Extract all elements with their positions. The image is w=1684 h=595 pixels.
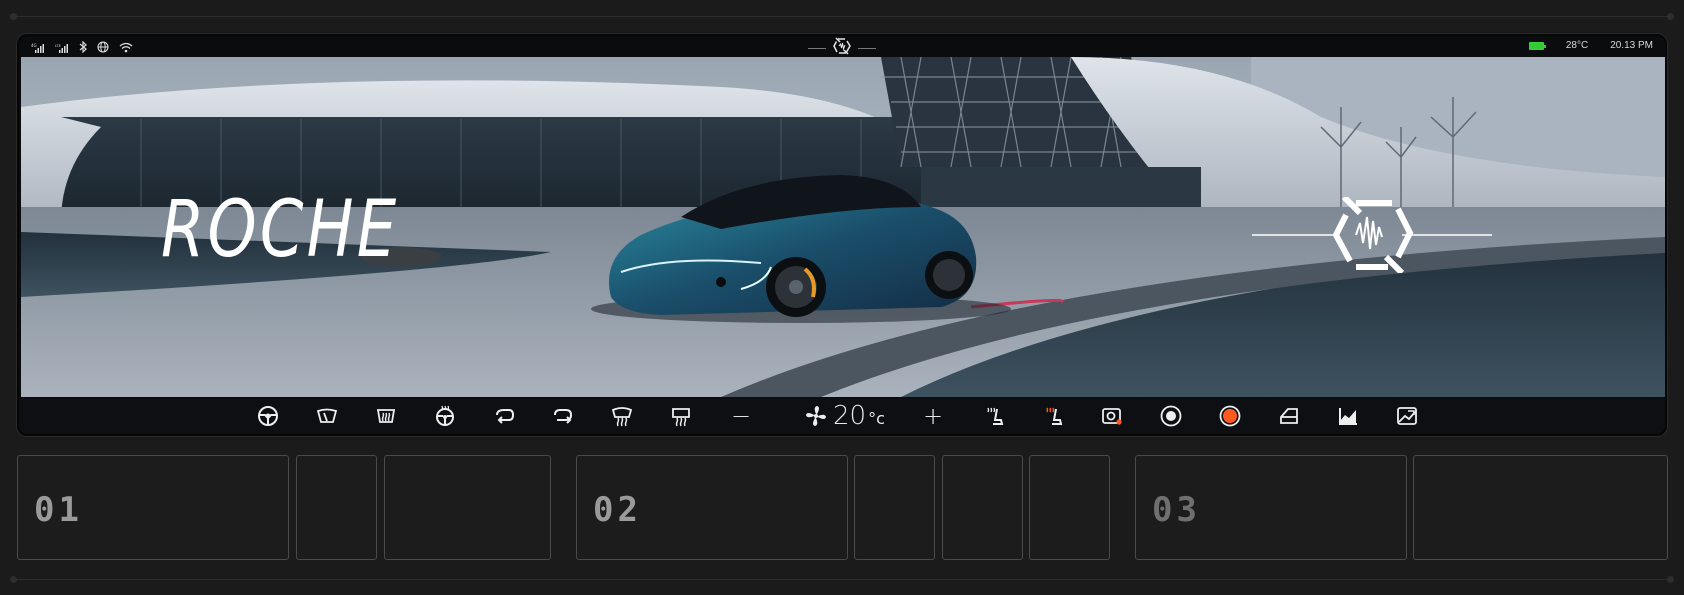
status-left: 4G LTE: [31, 40, 133, 58]
panel-03-main[interactable]: 03: [1135, 455, 1407, 560]
windshield-wiper-icon[interactable]: [316, 405, 338, 427]
seat-heat-active-icon[interactable]: [1042, 405, 1064, 427]
rear-window-defrost-icon[interactable]: [670, 405, 692, 427]
chart-icon[interactable]: [1337, 405, 1359, 427]
panel-number: 03: [1152, 490, 1201, 530]
rail-dot: [10, 13, 17, 20]
panel-number: 01: [34, 490, 83, 530]
panel-02-main[interactable]: 02: [576, 455, 848, 560]
temperature-increase-button[interactable]: +: [923, 402, 943, 430]
door-icon[interactable]: [1278, 405, 1300, 427]
fresh-air-icon[interactable]: [552, 405, 574, 427]
temperature-unit: °c: [868, 409, 885, 428]
rail-dot: [1667, 13, 1674, 20]
heated-steering-icon[interactable]: [434, 405, 456, 427]
rail-dot: [10, 576, 17, 583]
image-icon[interactable]: [1396, 405, 1418, 427]
signal-icon: 4G: [31, 40, 45, 58]
temperature-value: 20: [833, 401, 867, 431]
record-icon[interactable]: [1219, 405, 1241, 427]
bluetooth-icon[interactable]: [79, 40, 87, 58]
steering-wheel-icon[interactable]: [257, 405, 279, 427]
seat-heat-icon[interactable]: [983, 405, 1005, 427]
globe-icon[interactable]: [97, 40, 109, 58]
temperature-decrease-button[interactable]: −: [731, 402, 751, 430]
wifi-icon[interactable]: [119, 40, 133, 58]
temperature-display: 20 °c: [833, 401, 885, 431]
brand-emblem-icon: [1252, 197, 1492, 273]
status-right: 28°C 20.13 PM: [1528, 40, 1653, 51]
signal-lte-icon: LTE: [55, 40, 69, 58]
hero-image: ROCHE: [21, 57, 1665, 397]
top-rail: [10, 13, 1674, 20]
divider-line: [808, 48, 826, 49]
panel-02-slot[interactable]: [854, 455, 935, 560]
panel-01-slot[interactable]: [296, 455, 377, 560]
battery-icon: [1528, 41, 1546, 50]
panel-01-main[interactable]: 01: [17, 455, 289, 560]
bottom-rail: [10, 576, 1674, 583]
infotainment-screen: 4G LTE 28°C 20.13 PM ROCHE − 20 °c +: [17, 34, 1667, 436]
panel-01-slot-wide[interactable]: [384, 455, 551, 560]
status-bar: 4G LTE 28°C 20.13 PM: [19, 36, 1665, 56]
fan-icon[interactable]: [805, 405, 827, 427]
climate-control-bar: − 20 °c +: [19, 398, 1665, 434]
svg-text:4G: 4G: [31, 43, 37, 48]
divider-line: [858, 48, 876, 49]
panel-number: 02: [593, 490, 642, 530]
panel-03-slot-wide[interactable]: [1413, 455, 1668, 560]
front-defrost-icon[interactable]: [611, 405, 633, 427]
panel-02-slot[interactable]: [1029, 455, 1110, 560]
target-icon[interactable]: [1160, 405, 1182, 427]
brand-wordmark: ROCHE: [161, 185, 400, 275]
recirculation-icon[interactable]: [493, 405, 515, 427]
outside-temperature: 28°C: [1565, 40, 1589, 51]
clock: 20.13 PM: [1610, 40, 1653, 51]
svg-text:LTE: LTE: [55, 44, 61, 48]
camera-icon[interactable]: [1101, 405, 1123, 427]
rear-defrost-icon[interactable]: [375, 405, 397, 427]
panel-02-slot[interactable]: [942, 455, 1023, 560]
rail-dot: [1667, 576, 1674, 583]
